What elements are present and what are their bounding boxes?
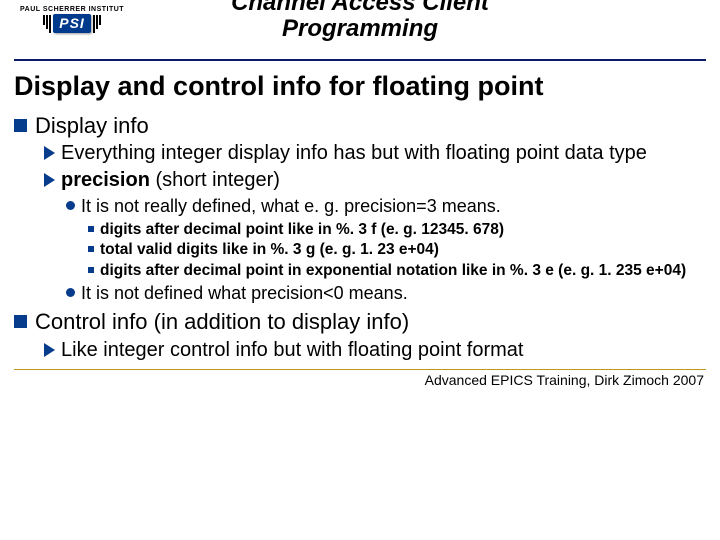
bullet-text: digits after decimal point like in %. 3 …: [100, 220, 504, 239]
bullet-text: It is not really defined, what e. g. pre…: [81, 195, 501, 218]
header-title-line2: Programming: [282, 15, 438, 42]
bullet-text: It is not defined what precision<0 means…: [81, 282, 408, 305]
bullet-control-info: Control info (in addition to display inf…: [14, 308, 706, 336]
footer-text: Advanced EPICS Training, Dirk Zimoch 200…: [16, 372, 704, 388]
slide-content: Display info Everything integer display …: [14, 112, 706, 363]
precision-rest: (short integer): [150, 169, 280, 191]
bullet-digits-after-decimal: digits after decimal point like in %. 3 …: [88, 220, 706, 239]
bullet-everything-integer: Everything integer display info has but …: [44, 141, 706, 166]
bullet-precision-negative: It is not defined what precision<0 means…: [66, 282, 706, 305]
dash-bullet-icon: [88, 246, 94, 252]
header-title-line1: Channel Access Client: [231, 0, 489, 16]
bullet-text: Display info: [35, 112, 149, 140]
triangle-bullet-icon: [44, 343, 55, 357]
bullet-precision: precision (short integer): [44, 168, 706, 193]
dot-bullet-icon: [66, 201, 75, 210]
bullet-text: Like integer control info but with float…: [61, 338, 523, 363]
header-rule: [14, 59, 706, 61]
triangle-bullet-icon: [44, 146, 55, 160]
header-title: Channel Access Client Programming: [0, 0, 720, 43]
dash-bullet-icon: [88, 226, 94, 232]
slide-title: Display and control info for floating po…: [14, 71, 720, 102]
square-bullet-icon: [14, 119, 27, 132]
bullet-text: Everything integer display info has but …: [61, 141, 647, 166]
square-bullet-icon: [14, 315, 27, 328]
bullet-display-info: Display info: [14, 112, 706, 140]
bullet-digits-exponential: digits after decimal point in exponentia…: [88, 261, 706, 280]
dash-bullet-icon: [88, 267, 94, 273]
bullet-text: precision (short integer): [61, 168, 280, 193]
bullet-total-valid-digits: total valid digits like in %. 3 g (e. g.…: [88, 240, 706, 259]
footer-rule: [14, 369, 706, 370]
bullet-like-integer-control: Like integer control info but with float…: [44, 338, 706, 363]
precision-bold: precision: [61, 169, 150, 191]
bullet-text: digits after decimal point in exponentia…: [100, 261, 686, 280]
bullet-text: Control info (in addition to display inf…: [35, 308, 409, 336]
dot-bullet-icon: [66, 288, 75, 297]
slide-header: PAUL SCHERRER INSTITUT PSI Channel Acces…: [0, 0, 720, 53]
triangle-bullet-icon: [44, 173, 55, 187]
bullet-text: total valid digits like in %. 3 g (e. g.…: [100, 240, 439, 259]
bullet-not-defined-means: It is not really defined, what e. g. pre…: [66, 195, 706, 218]
